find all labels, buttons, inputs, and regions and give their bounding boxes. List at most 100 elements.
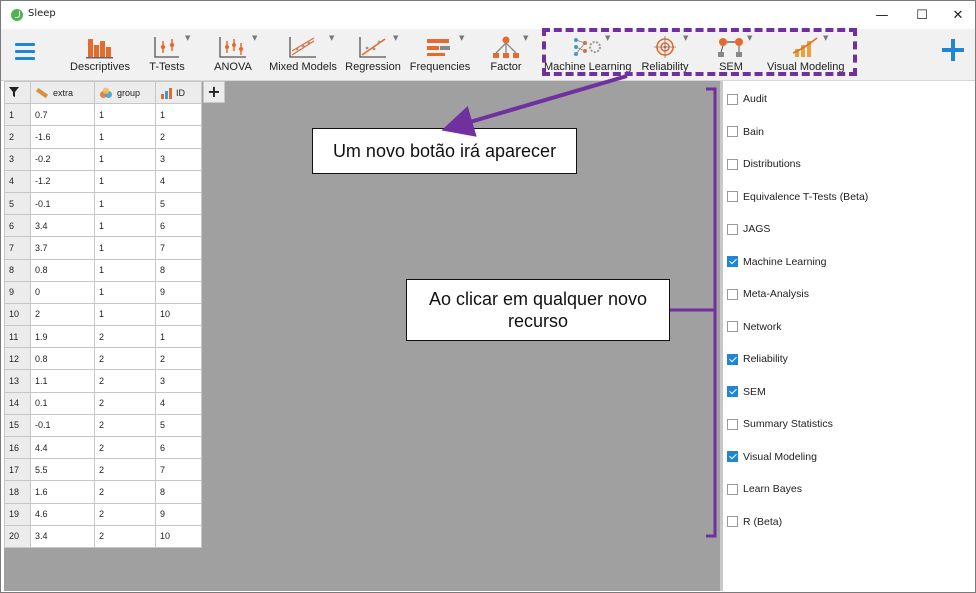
row-number[interactable]: 14 bbox=[4, 391, 31, 415]
table-cell[interactable]: 1 bbox=[155, 325, 202, 349]
row-number[interactable]: 18 bbox=[4, 480, 31, 504]
module-checkbox[interactable] bbox=[727, 256, 738, 267]
table-cell[interactable]: 10 bbox=[155, 524, 202, 548]
module-item[interactable]: Machine Learning bbox=[727, 252, 826, 272]
row-number[interactable]: 13 bbox=[4, 369, 31, 393]
module-item[interactable]: Summary Statistics bbox=[727, 414, 833, 434]
table-cell[interactable]: 1 bbox=[94, 147, 156, 171]
module-checkbox[interactable] bbox=[727, 516, 738, 527]
table-cell[interactable]: 5 bbox=[155, 413, 202, 438]
maximize-button[interactable]: ☐ bbox=[904, 1, 940, 29]
module-checkbox[interactable] bbox=[727, 451, 738, 462]
table-cell[interactable]: 3.4 bbox=[30, 214, 95, 238]
table-cell[interactable]: 1 bbox=[94, 103, 156, 127]
table-cell[interactable]: 2 bbox=[155, 125, 202, 149]
factor-button[interactable]: ▼ Factor bbox=[483, 31, 529, 77]
table-cell[interactable]: 2 bbox=[94, 524, 156, 548]
table-cell[interactable]: 3.7 bbox=[30, 236, 95, 260]
column-header-extra[interactable]: extra bbox=[30, 80, 95, 105]
module-item[interactable]: Visual Modeling bbox=[727, 447, 817, 467]
filter-cell[interactable] bbox=[4, 80, 31, 105]
table-cell[interactable]: 4.6 bbox=[30, 502, 95, 526]
module-checkbox[interactable] bbox=[727, 191, 738, 202]
row-number[interactable]: 1 bbox=[4, 103, 31, 127]
table-cell[interactable]: -1.2 bbox=[30, 169, 95, 193]
minimize-button[interactable]: — bbox=[864, 1, 900, 29]
module-checkbox[interactable] bbox=[727, 223, 738, 235]
anova-button[interactable]: ▼ ANOVA bbox=[207, 31, 259, 77]
row-number[interactable]: 8 bbox=[4, 258, 31, 282]
module-item[interactable]: Audit bbox=[727, 89, 767, 109]
table-cell[interactable]: 0.8 bbox=[30, 347, 95, 371]
table-cell[interactable]: 0.1 bbox=[30, 391, 95, 415]
table-cell[interactable]: 2 bbox=[94, 502, 156, 526]
module-item[interactable]: SEM bbox=[727, 382, 766, 402]
row-number[interactable]: 4 bbox=[4, 169, 31, 193]
table-cell[interactable]: 1 bbox=[94, 280, 156, 304]
table-cell[interactable]: 6 bbox=[155, 214, 202, 238]
table-cell[interactable]: -0.1 bbox=[30, 191, 95, 216]
table-cell[interactable]: 2 bbox=[94, 480, 156, 504]
frequencies-button[interactable]: ▼ Frequencies bbox=[409, 31, 471, 77]
module-item[interactable]: R (Beta) bbox=[727, 512, 782, 532]
table-cell[interactable]: 5 bbox=[155, 191, 202, 216]
regression-button[interactable]: ▼ Regression bbox=[345, 31, 401, 77]
column-header-group[interactable]: group bbox=[94, 80, 156, 105]
add-module-plus-icon[interactable] bbox=[940, 37, 966, 63]
row-number[interactable]: 12 bbox=[4, 347, 31, 371]
module-checkbox[interactable] bbox=[727, 93, 738, 105]
table-cell[interactable]: 1 bbox=[94, 125, 156, 149]
module-item[interactable]: Learn Bayes bbox=[727, 479, 802, 499]
module-item[interactable]: Reliability bbox=[727, 349, 788, 369]
table-cell[interactable]: 4.4 bbox=[30, 435, 95, 460]
module-checkbox[interactable] bbox=[727, 288, 738, 300]
table-cell[interactable]: 0 bbox=[30, 280, 95, 304]
module-item[interactable]: Network bbox=[727, 317, 782, 337]
row-number[interactable]: 10 bbox=[4, 302, 31, 327]
table-cell[interactable]: 1 bbox=[94, 214, 156, 238]
table-cell[interactable]: 1.9 bbox=[30, 325, 95, 349]
table-cell[interactable]: -0.1 bbox=[30, 413, 95, 438]
table-cell[interactable]: 8 bbox=[155, 258, 202, 282]
module-item[interactable]: Meta-Analysis bbox=[727, 284, 809, 304]
mixed-models-button[interactable]: ▼ Mixed Models bbox=[269, 31, 337, 77]
module-item[interactable]: Distributions bbox=[727, 154, 801, 174]
table-cell[interactable]: 2 bbox=[94, 369, 156, 393]
row-number[interactable]: 9 bbox=[4, 280, 31, 304]
descriptives-button[interactable]: Descriptives bbox=[69, 31, 131, 77]
table-cell[interactable]: 2 bbox=[94, 347, 156, 371]
table-cell[interactable]: 2 bbox=[155, 347, 202, 371]
table-cell[interactable]: 3.4 bbox=[30, 524, 95, 548]
table-cell[interactable]: 2 bbox=[30, 302, 95, 327]
table-cell[interactable]: 3 bbox=[155, 147, 202, 171]
table-cell[interactable]: 9 bbox=[155, 502, 202, 526]
row-number[interactable]: 2 bbox=[4, 125, 31, 149]
add-column-plus-icon[interactable]: + bbox=[203, 81, 225, 103]
module-item[interactable]: Equivalence T-Tests (Beta) bbox=[727, 187, 868, 207]
row-number[interactable]: 7 bbox=[4, 236, 31, 260]
table-cell[interactable]: 1 bbox=[94, 258, 156, 282]
table-cell[interactable]: 2 bbox=[94, 325, 156, 349]
row-number[interactable]: 17 bbox=[4, 458, 31, 482]
table-cell[interactable]: 8 bbox=[155, 480, 202, 504]
close-button[interactable]: ✕ bbox=[940, 1, 976, 29]
module-checkbox[interactable] bbox=[727, 483, 738, 495]
table-cell[interactable]: 2 bbox=[94, 435, 156, 460]
module-checkbox[interactable] bbox=[727, 126, 738, 137]
table-cell[interactable]: 7 bbox=[155, 458, 202, 482]
row-number[interactable]: 20 bbox=[4, 524, 31, 548]
table-cell[interactable]: 0.7 bbox=[30, 103, 95, 127]
table-cell[interactable]: 1.6 bbox=[30, 480, 95, 504]
table-cell[interactable]: 9 bbox=[155, 280, 202, 304]
column-header-id[interactable]: ID bbox=[155, 80, 202, 105]
module-item[interactable]: JAGS bbox=[727, 219, 770, 239]
module-checkbox[interactable] bbox=[727, 353, 738, 365]
menu-icon[interactable] bbox=[15, 43, 35, 61]
row-number[interactable]: 11 bbox=[4, 325, 31, 349]
row-number[interactable]: 19 bbox=[4, 502, 31, 526]
module-checkbox[interactable] bbox=[727, 158, 738, 170]
table-cell[interactable]: 3 bbox=[155, 369, 202, 393]
table-cell[interactable]: 5.5 bbox=[30, 458, 95, 482]
module-item[interactable]: Bain bbox=[727, 122, 764, 142]
table-cell[interactable]: -0.2 bbox=[30, 147, 95, 171]
